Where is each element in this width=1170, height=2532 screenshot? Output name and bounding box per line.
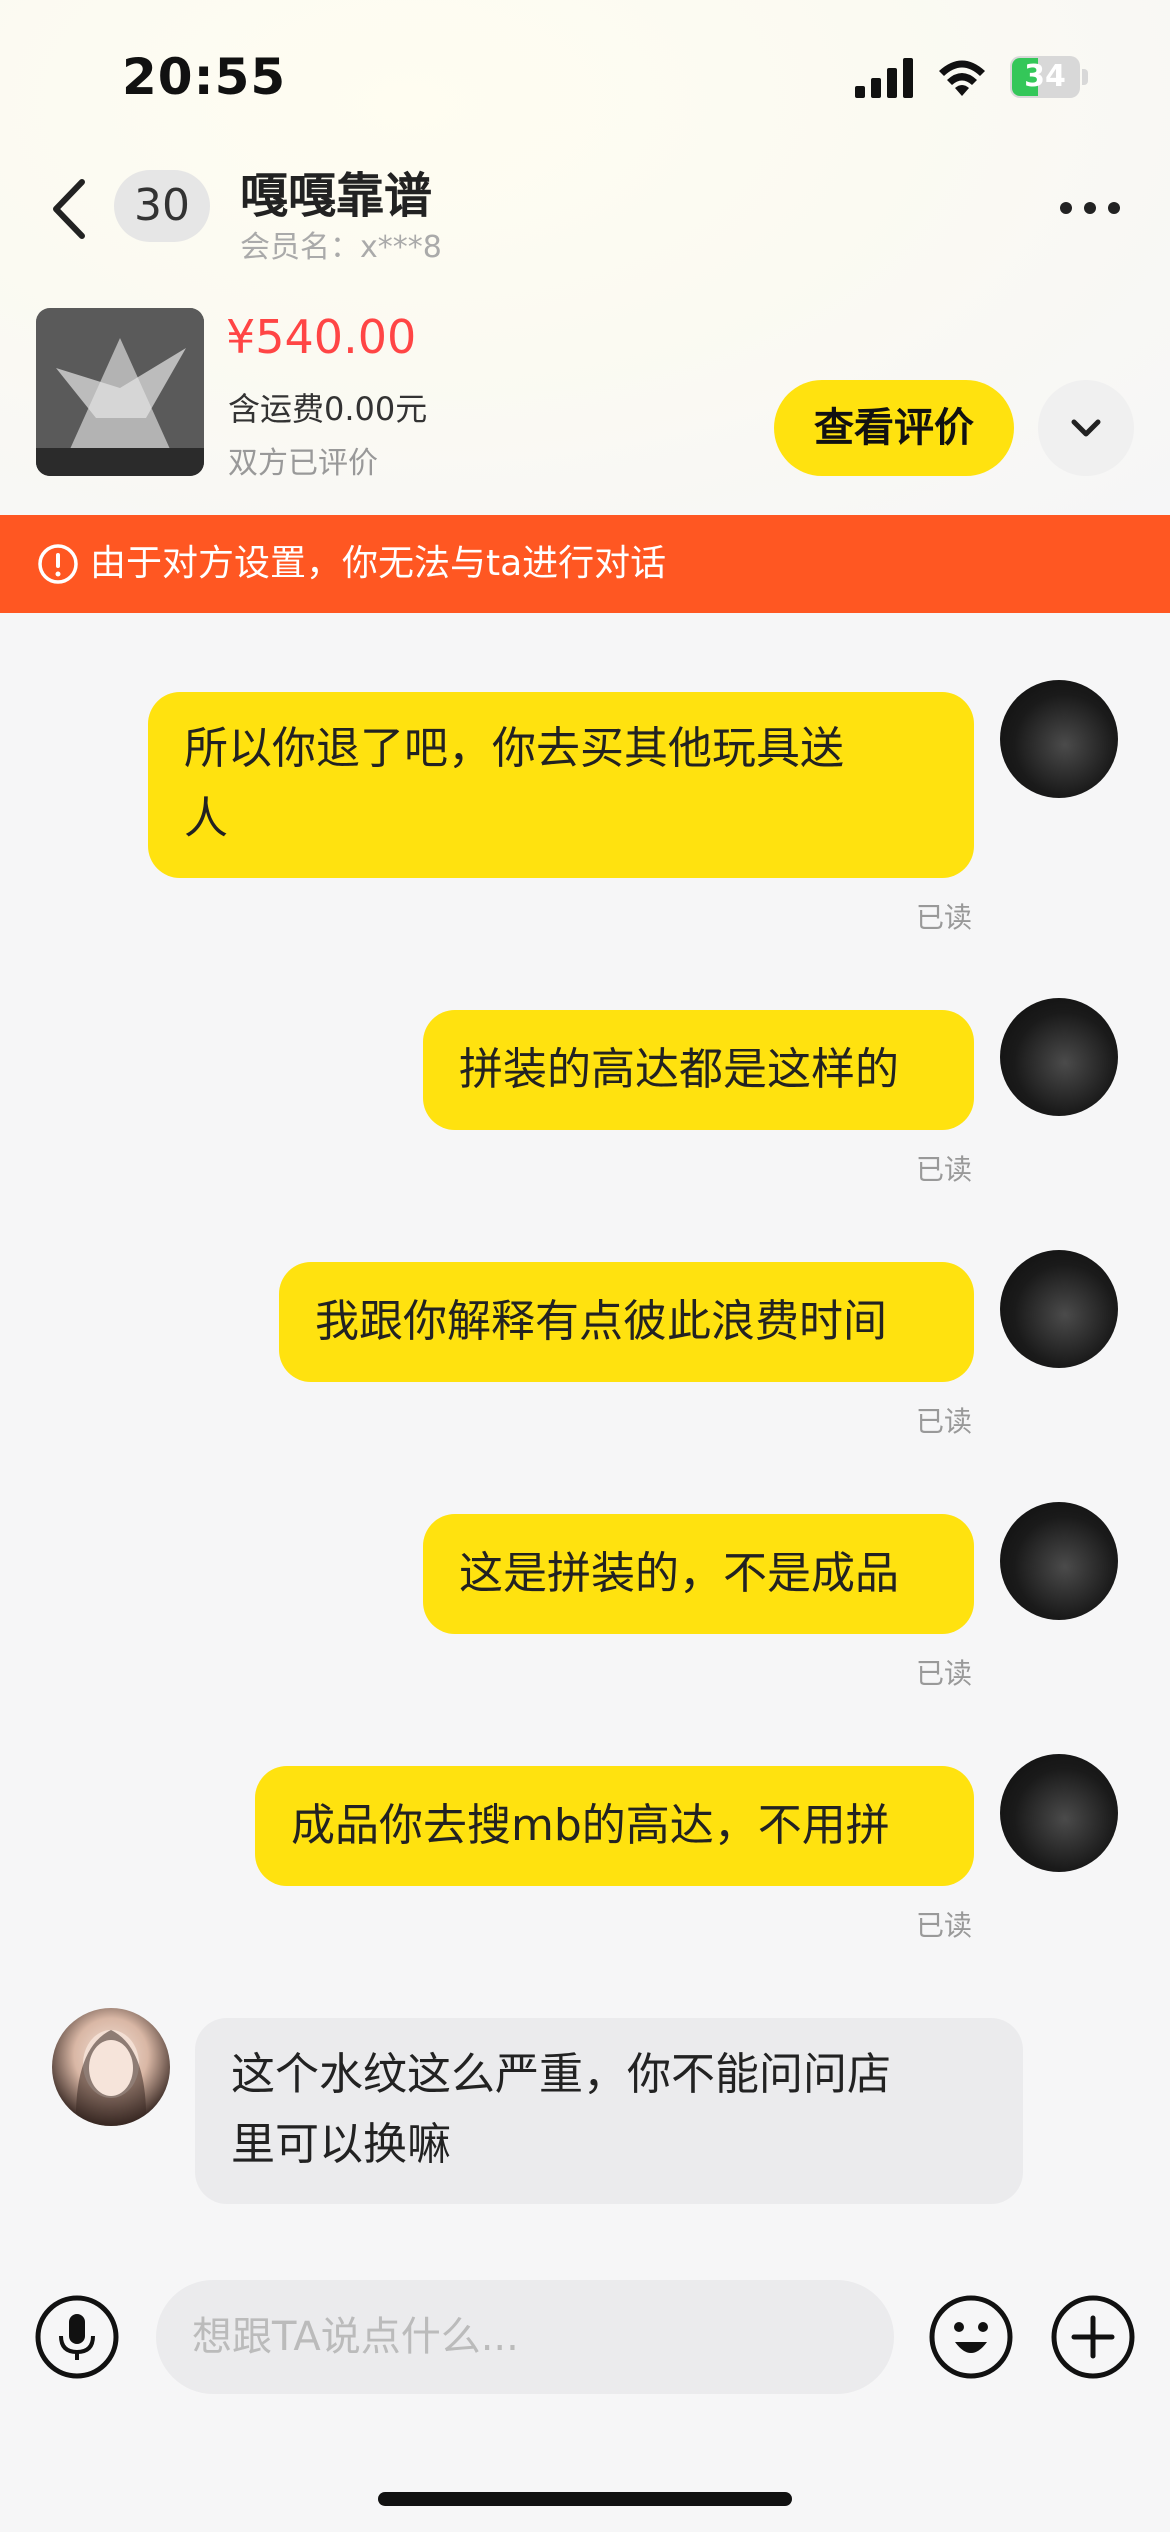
message-text: 拼装的高达都是这样的 (459, 1044, 899, 1095)
shipping-info: 含运费0.00元 (228, 390, 428, 428)
message-bubble[interactable]: 成品你去搜mb的高达，不用拼 (255, 1766, 974, 1886)
message-text: 所以你退了吧，你去买其他玩具送 (184, 723, 844, 774)
chat-header: 30 嘎嘎靠谱 会员名：x***8 (0, 150, 1170, 280)
alert-icon (38, 544, 78, 584)
expand-button[interactable] (1038, 380, 1134, 476)
warning-text: 由于对方设置，你无法与ta进行对话 (90, 543, 667, 584)
microphone-icon[interactable] (34, 2294, 120, 2380)
more-icon[interactable] (1058, 198, 1122, 218)
message-bubble[interactable]: 这是拼装的，不是成品 (423, 1514, 974, 1634)
avatar[interactable] (1000, 1250, 1118, 1368)
read-receipt: 已读 (916, 1153, 973, 1186)
back-arrow-icon[interactable] (50, 178, 90, 240)
message-text: 人 (184, 793, 228, 844)
avatar[interactable] (1000, 680, 1118, 798)
message-bubble[interactable]: 这个水纹这么严重，你不能问问店 里可以换嘛 (195, 2018, 1023, 2204)
avatar[interactable] (52, 2008, 170, 2126)
read-receipt: 已读 (916, 1909, 973, 1942)
message-text: 我跟你解释有点彼此浪费时间 (315, 1296, 887, 1347)
read-receipt: 已读 (916, 901, 973, 934)
emoji-icon[interactable] (928, 2294, 1014, 2380)
plus-icon[interactable] (1050, 2294, 1136, 2380)
message-bubble[interactable]: 所以你退了吧，你去买其他玩具送 人 (148, 692, 974, 878)
read-receipt: 已读 (916, 1405, 973, 1438)
avatar[interactable] (1000, 1754, 1118, 1872)
product-thumbnail[interactable] (36, 308, 204, 476)
product-price: ¥540.00 (226, 310, 417, 364)
avatar[interactable] (1000, 998, 1118, 1116)
battery-indicator: 34 (1010, 56, 1088, 98)
unread-count-badge[interactable]: 30 (114, 170, 210, 242)
warning-banner: 由于对方设置，你无法与ta进行对话 (0, 515, 1170, 613)
view-reviews-button[interactable]: 查看评价 (774, 380, 1014, 476)
message-text: 这个水纹这么严重，你不能问问店 (231, 2049, 891, 2100)
signal-icon (855, 58, 913, 98)
chevron-down-icon (1071, 419, 1101, 437)
message-text: 这是拼装的，不是成品 (459, 1548, 899, 1599)
message-bubble[interactable]: 我跟你解释有点彼此浪费时间 (279, 1262, 974, 1382)
home-indicator[interactable] (378, 2492, 792, 2506)
message-text: 里可以换嘛 (231, 2119, 451, 2170)
wifi-icon (939, 60, 985, 96)
review-status: 双方已评价 (228, 446, 378, 481)
status-time: 20:55 (122, 48, 287, 106)
product-card[interactable]: ¥540.00 含运费0.00元 双方已评价 查看评价 (0, 300, 1170, 490)
message-bubble[interactable]: 拼装的高达都是这样的 (423, 1010, 974, 1130)
chat-title[interactable]: 嘎嘎靠谱 (240, 156, 432, 226)
message-text: 成品你去搜mb的高达，不用拼 (291, 1800, 890, 1851)
battery-level: 34 (1024, 59, 1066, 94)
read-receipt: 已读 (916, 1657, 973, 1690)
status-bar: 20:55 34 (0, 0, 1170, 150)
input-bar (0, 2260, 1170, 2420)
avatar[interactable] (1000, 1502, 1118, 1620)
message-input[interactable] (156, 2280, 894, 2394)
member-name: 会员名：x***8 (240, 230, 442, 265)
